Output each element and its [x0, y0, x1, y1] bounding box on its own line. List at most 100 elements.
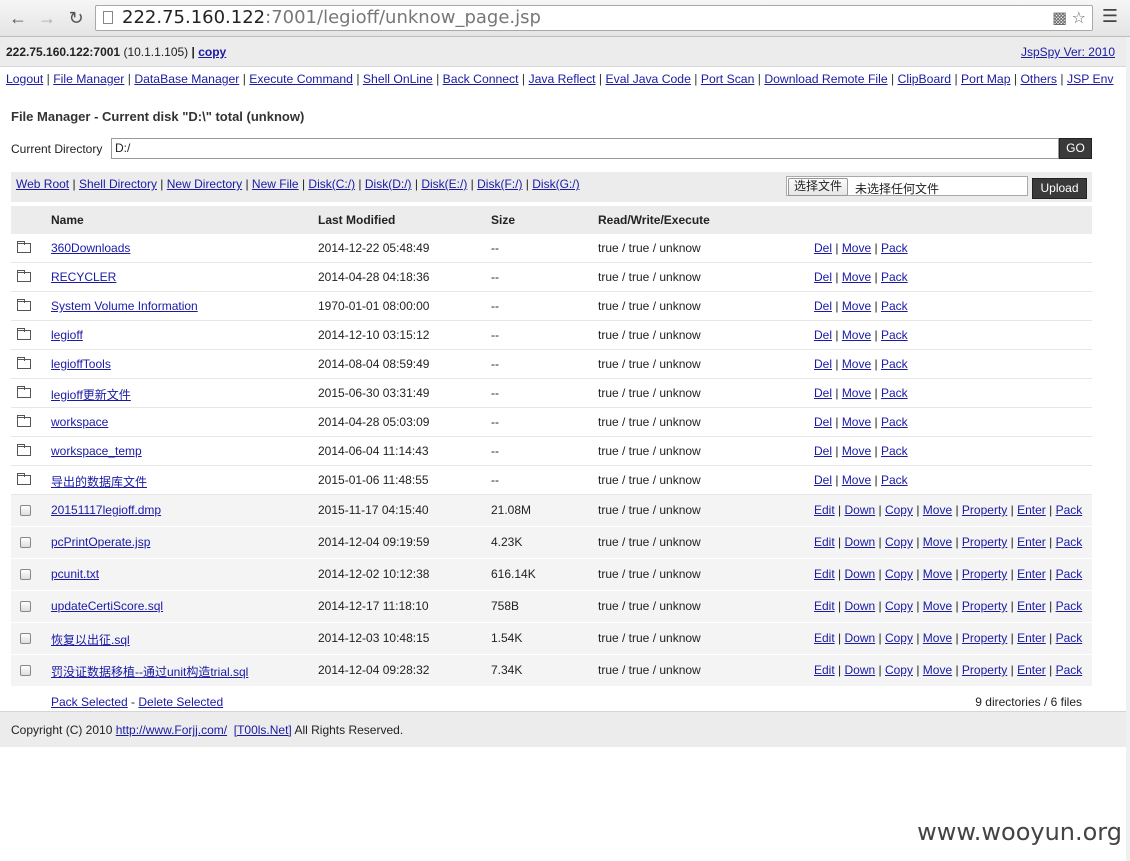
- scrollbar[interactable]: [1126, 37, 1130, 861]
- nav-link-8[interactable]: Port Scan: [701, 72, 755, 86]
- action-link[interactable]: Pack: [1056, 503, 1083, 517]
- reload-icon[interactable]: ↻: [65, 7, 87, 29]
- nav-link-3[interactable]: Execute Command: [249, 72, 353, 86]
- dir-name-link[interactable]: legioff: [51, 328, 83, 342]
- action-link[interactable]: Enter: [1017, 663, 1046, 677]
- file-name-link[interactable]: updateCertiScore.sql: [51, 599, 163, 613]
- dir-name[interactable]: legioff: [51, 328, 83, 342]
- dir-name-link[interactable]: RECYCLER: [51, 270, 116, 284]
- file-name[interactable]: 罚没证数据移植--通过unit构造trial.sql: [51, 665, 248, 679]
- copy-link[interactable]: copy: [198, 45, 226, 59]
- choose-file-button[interactable]: 选择文件: [788, 178, 849, 196]
- action-link[interactable]: Del: [814, 386, 832, 400]
- dir-name[interactable]: legioffTools: [51, 357, 111, 371]
- action-link[interactable]: Pack: [881, 473, 908, 487]
- dir-name-link[interactable]: 导出的数据库文件: [51, 473, 147, 490]
- action-link[interactable]: Pack: [1056, 599, 1083, 613]
- toolbar-link-2[interactable]: New Directory: [167, 177, 242, 191]
- action-link[interactable]: Enter: [1017, 599, 1046, 613]
- action-link[interactable]: Move: [842, 241, 871, 255]
- file-checkbox[interactable]: [20, 505, 31, 516]
- toolbar-link-5[interactable]: Disk(D:/): [365, 177, 412, 191]
- file-checkbox[interactable]: [20, 633, 31, 644]
- action-link[interactable]: Down: [844, 535, 875, 549]
- nav-link-1[interactable]: File Manager: [53, 72, 124, 86]
- dir-name-link[interactable]: 360Downloads: [51, 241, 130, 255]
- translate-star-icons[interactable]: ▩ ☆: [1052, 8, 1086, 28]
- action-link[interactable]: Down: [844, 631, 875, 645]
- action-link[interactable]: Copy: [885, 503, 913, 517]
- toolbar-link-6[interactable]: Disk(E:/): [421, 177, 467, 191]
- toolbar-link-3[interactable]: New File: [252, 177, 299, 191]
- file-checkbox[interactable]: [20, 601, 31, 612]
- action-link[interactable]: Edit: [814, 535, 835, 549]
- action-link[interactable]: Pack: [881, 415, 908, 429]
- menu-icon[interactable]: ☰: [1102, 6, 1118, 27]
- action-link[interactable]: Property: [962, 599, 1007, 613]
- toolbar-link-8[interactable]: Disk(G:/): [532, 177, 579, 191]
- upload-button[interactable]: Upload: [1032, 178, 1087, 199]
- action-link[interactable]: Property: [962, 663, 1007, 677]
- action-link[interactable]: Pack: [881, 357, 908, 371]
- action-link[interactable]: Enter: [1017, 535, 1046, 549]
- action-link[interactable]: Edit: [814, 503, 835, 517]
- dir-name[interactable]: workspace_temp: [51, 444, 142, 458]
- action-link[interactable]: Pack: [881, 386, 908, 400]
- action-link[interactable]: Edit: [814, 631, 835, 645]
- dir-name[interactable]: workspace: [51, 415, 108, 429]
- toolbar-link-7[interactable]: Disk(F:/): [477, 177, 522, 191]
- action-link[interactable]: Del: [814, 241, 832, 255]
- nav-link-12[interactable]: Others: [1020, 72, 1057, 86]
- action-link[interactable]: Copy: [885, 599, 913, 613]
- header-modified[interactable]: Last Modified: [318, 213, 395, 227]
- action-link[interactable]: Move: [842, 270, 871, 284]
- action-link[interactable]: Del: [814, 270, 832, 284]
- nav-link-0[interactable]: Logout: [6, 72, 43, 86]
- nav-link-2[interactable]: DataBase Manager: [134, 72, 239, 86]
- dir-name-link[interactable]: legioffTools: [51, 357, 111, 371]
- action-link[interactable]: Del: [814, 473, 832, 487]
- dir-name-link[interactable]: System Volume Information: [51, 299, 198, 313]
- dir-name-link[interactable]: workspace: [51, 415, 108, 429]
- address-url[interactable]: 222.75.160.122:7001/legioff/unknow_page.…: [122, 8, 541, 28]
- dir-name-link[interactable]: workspace_temp: [51, 444, 142, 458]
- file-name-link[interactable]: pcunit.txt: [51, 567, 99, 581]
- action-link[interactable]: Move: [923, 567, 952, 581]
- current-directory-input[interactable]: D:/: [111, 138, 1059, 159]
- action-link[interactable]: Pack: [881, 328, 908, 342]
- file-name[interactable]: 20151117legioff.dmp: [51, 503, 161, 517]
- action-link[interactable]: Move: [842, 444, 871, 458]
- address-bar[interactable]: 222.75.160.122:7001/legioff/unknow_page.…: [95, 5, 1093, 31]
- action-link[interactable]: Move: [923, 599, 952, 613]
- action-link[interactable]: Move: [923, 663, 952, 677]
- action-link[interactable]: Pack: [1056, 567, 1083, 581]
- action-link[interactable]: Property: [962, 503, 1007, 517]
- action-link[interactable]: Down: [844, 599, 875, 613]
- action-link[interactable]: Move: [923, 631, 952, 645]
- nav-link-13[interactable]: JSP Env: [1067, 72, 1114, 86]
- version-link[interactable]: JspSpy Ver: 2010: [1021, 45, 1115, 59]
- nav-link-6[interactable]: Java Reflect: [528, 72, 595, 86]
- file-checkbox[interactable]: [20, 537, 31, 548]
- go-button[interactable]: GO: [1059, 138, 1092, 159]
- action-link[interactable]: Down: [844, 663, 875, 677]
- action-link[interactable]: Move: [842, 299, 871, 313]
- file-name[interactable]: pcPrintOperate.jsp: [51, 535, 150, 549]
- delete-selected-link[interactable]: Delete Selected: [138, 695, 223, 709]
- nav-link-11[interactable]: Port Map: [961, 72, 1010, 86]
- nav-link-5[interactable]: Back Connect: [443, 72, 519, 86]
- file-name-link[interactable]: 罚没证数据移植--通过unit构造trial.sql: [51, 663, 248, 680]
- action-link[interactable]: Edit: [814, 567, 835, 581]
- pack-selected-link[interactable]: Pack Selected: [51, 695, 128, 709]
- action-link[interactable]: Pack: [881, 241, 908, 255]
- action-link[interactable]: Del: [814, 415, 832, 429]
- header-size[interactable]: Size: [491, 213, 515, 227]
- toolbar-link-0[interactable]: Web Root: [16, 177, 69, 191]
- nav-link-7[interactable]: Eval Java Code: [606, 72, 691, 86]
- action-link[interactable]: Move: [923, 503, 952, 517]
- action-link[interactable]: Edit: [814, 663, 835, 677]
- action-link[interactable]: Down: [844, 567, 875, 581]
- toolbar-link-1[interactable]: Shell Directory: [79, 177, 157, 191]
- action-link[interactable]: Enter: [1017, 567, 1046, 581]
- file-checkbox[interactable]: [20, 569, 31, 580]
